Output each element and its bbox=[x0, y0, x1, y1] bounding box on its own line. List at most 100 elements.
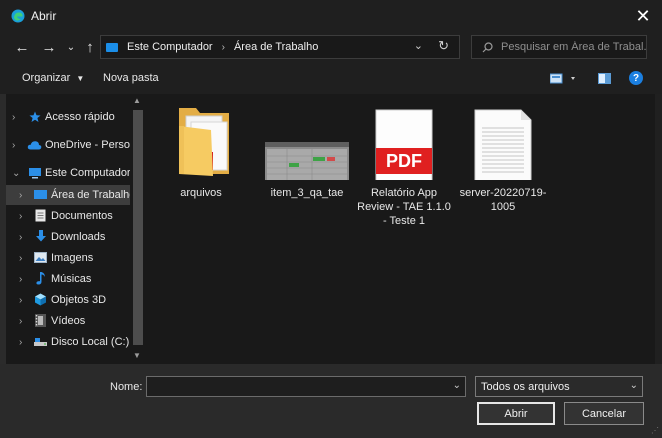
file-item-relatorio-app-review[interactable]: PDF Relatório App Review - TAE 1.1.0 - T… bbox=[354, 100, 454, 228]
chevron-right-icon[interactable]: › bbox=[19, 337, 22, 348]
sidebar-item-videos[interactable]: › Vídeos bbox=[6, 311, 132, 331]
address-bar[interactable]: Este Computador › Área de Trabalho ⌄ ↻ bbox=[100, 35, 460, 59]
new-folder-label: Nova pasta bbox=[103, 72, 159, 84]
title-bar: Abrir ✕ bbox=[0, 0, 662, 32]
scroll-up-icon[interactable]: ▲ bbox=[133, 96, 141, 105]
sidebar-item-label: Área de Trabalho bbox=[51, 189, 132, 201]
sidebar-item-documentos[interactable]: › Documentos bbox=[6, 206, 132, 226]
organize-menu[interactable]: Organizar ▼ bbox=[22, 72, 84, 84]
drive-icon bbox=[34, 338, 47, 346]
chevron-right-icon[interactable]: › bbox=[19, 274, 22, 285]
filename-label: Nome: bbox=[110, 381, 143, 393]
scroll-down-icon[interactable]: ▼ bbox=[133, 351, 141, 360]
filetype-select[interactable]: Todos os arquivos ⌄ bbox=[475, 376, 643, 397]
preview-pane-icon bbox=[598, 73, 611, 84]
chevron-right-icon[interactable]: › bbox=[12, 112, 15, 123]
sidebar-item-label: Vídeos bbox=[51, 315, 86, 327]
computer-icon bbox=[106, 42, 118, 52]
file-item-item-3-qa-tae[interactable]: item_3_qa_tae bbox=[257, 100, 357, 200]
sidebar-item-objetos-3d[interactable]: › Objetos 3D bbox=[6, 290, 132, 310]
sidebar-item-disco-local[interactable]: › Disco Local (C:) bbox=[6, 332, 132, 352]
new-folder-button[interactable]: Nova pasta bbox=[103, 72, 159, 84]
address-dropdown-icon[interactable]: ⌄ bbox=[414, 39, 423, 52]
computer-icon bbox=[29, 168, 41, 179]
search-box[interactable] bbox=[471, 35, 647, 59]
navigation-scrollbar[interactable]: ▲ ▼ bbox=[130, 94, 146, 364]
sidebar-item-area-de-trabalho[interactable]: › Área de Trabalho bbox=[6, 185, 132, 205]
cancel-button[interactable]: Cancelar bbox=[564, 402, 644, 425]
download-icon bbox=[36, 230, 46, 242]
folder-pdf-icon: PDF bbox=[179, 108, 229, 176]
chevron-right-icon[interactable]: › bbox=[19, 211, 22, 222]
open-button[interactable]: Abrir bbox=[477, 402, 555, 425]
scrollbar-thumb[interactable] bbox=[133, 110, 143, 345]
cancel-button-label: Cancelar bbox=[581, 407, 627, 420]
chevron-right-icon[interactable]: › bbox=[12, 140, 15, 151]
window-title: Abrir bbox=[31, 9, 57, 23]
up-button[interactable]: ↑ bbox=[82, 37, 98, 57]
text-file-icon bbox=[474, 109, 532, 180]
sidebar-item-downloads[interactable]: › Downloads bbox=[6, 227, 132, 247]
footer-panel: Nome: ⌄ Todos os arquivos ⌄ Abrir Cancel… bbox=[0, 364, 662, 438]
cube-icon bbox=[35, 293, 46, 306]
refresh-icon[interactable]: ↻ bbox=[438, 38, 449, 54]
chevron-right-icon[interactable]: › bbox=[19, 253, 22, 264]
sidebar-item-label: Downloads bbox=[51, 231, 106, 243]
file-item-server-log[interactable]: server-20220719-1005 bbox=[453, 100, 553, 214]
sidebar-item-este-computador[interactable]: ⌄ Este Computador bbox=[6, 163, 132, 183]
breadcrumb-area-de-trabalho[interactable]: Área de Trabalho bbox=[234, 41, 318, 53]
chevron-down-icon[interactable]: ⌄ bbox=[630, 380, 638, 391]
help-button[interactable]: ? bbox=[629, 71, 643, 85]
chevron-right-icon[interactable]: › bbox=[19, 190, 22, 201]
help-icon: ? bbox=[632, 72, 640, 84]
search-input[interactable] bbox=[501, 41, 646, 53]
picture-icon bbox=[34, 252, 47, 263]
close-icon: ✕ bbox=[635, 5, 651, 26]
chevron-down-icon: ⌄ bbox=[66, 41, 76, 53]
sidebar-item-label: Documentos bbox=[51, 210, 113, 222]
document-icon bbox=[35, 209, 46, 222]
file-name: item_3_qa_tae bbox=[270, 187, 344, 199]
pdf-badge: PDF bbox=[386, 151, 422, 171]
breadcrumb-este-computador[interactable]: Este Computador bbox=[127, 41, 213, 53]
file-name: Relatório App Review - TAE 1.1.0 - Teste… bbox=[357, 187, 451, 227]
caret-down-icon: ▼ bbox=[76, 74, 85, 83]
desktop-icon bbox=[34, 190, 47, 199]
file-item-arquivos[interactable]: PDF arquivos bbox=[151, 100, 251, 200]
recent-locations-button[interactable]: ⌄ bbox=[64, 37, 78, 57]
sidebar-item-label: Disco Local (C:) bbox=[51, 336, 130, 348]
filename-input[interactable]: ⌄ bbox=[146, 376, 466, 397]
edge-icon bbox=[11, 9, 25, 23]
spreadsheet-thumb-icon bbox=[265, 142, 349, 180]
arrow-right-icon: → bbox=[41, 38, 57, 56]
chevron-right-icon: › bbox=[221, 41, 225, 53]
cloud-icon bbox=[27, 141, 42, 150]
sidebar-item-imagens[interactable]: › Imagens bbox=[6, 248, 132, 268]
forward-button[interactable]: → bbox=[40, 37, 58, 57]
music-icon bbox=[36, 272, 45, 285]
file-name: server-20220719-1005 bbox=[459, 187, 547, 213]
sidebar-item-musicas[interactable]: › Músicas bbox=[6, 269, 132, 289]
close-button[interactable]: ✕ bbox=[630, 4, 656, 28]
star-icon bbox=[29, 111, 41, 122]
change-view-button[interactable] bbox=[549, 73, 578, 88]
preview-pane-button[interactable] bbox=[598, 73, 611, 87]
chevron-right-icon[interactable]: › bbox=[19, 316, 22, 327]
chevron-right-icon[interactable]: › bbox=[19, 295, 22, 306]
back-button[interactable]: ← bbox=[13, 37, 31, 57]
chevron-right-icon[interactable]: › bbox=[19, 232, 22, 243]
navigation-pane: › Acesso rápido › OneDrive - Person ⌄ Es… bbox=[6, 94, 147, 364]
sidebar-item-label: Imagens bbox=[51, 252, 94, 264]
sidebar-item-acesso-rapido[interactable]: › Acesso rápido bbox=[6, 107, 132, 127]
sidebar-item-label: Músicas bbox=[51, 273, 92, 285]
filetype-value: Todos os arquivos bbox=[481, 380, 570, 393]
navigation-bar: ← → ⌄ ↑ Este Computador › Área de Trabal… bbox=[0, 32, 662, 62]
film-icon bbox=[35, 314, 46, 327]
view-options-icon bbox=[549, 73, 575, 84]
resize-grip-icon[interactable]: ⋰ bbox=[651, 426, 659, 435]
open-button-label: Abrir bbox=[504, 407, 528, 420]
chevron-down-icon[interactable]: ⌄ bbox=[453, 380, 461, 391]
sidebar-item-onedrive[interactable]: › OneDrive - Person bbox=[6, 135, 132, 155]
sidebar-item-label: OneDrive - Person bbox=[45, 139, 132, 151]
chevron-down-icon[interactable]: ⌄ bbox=[12, 168, 20, 179]
